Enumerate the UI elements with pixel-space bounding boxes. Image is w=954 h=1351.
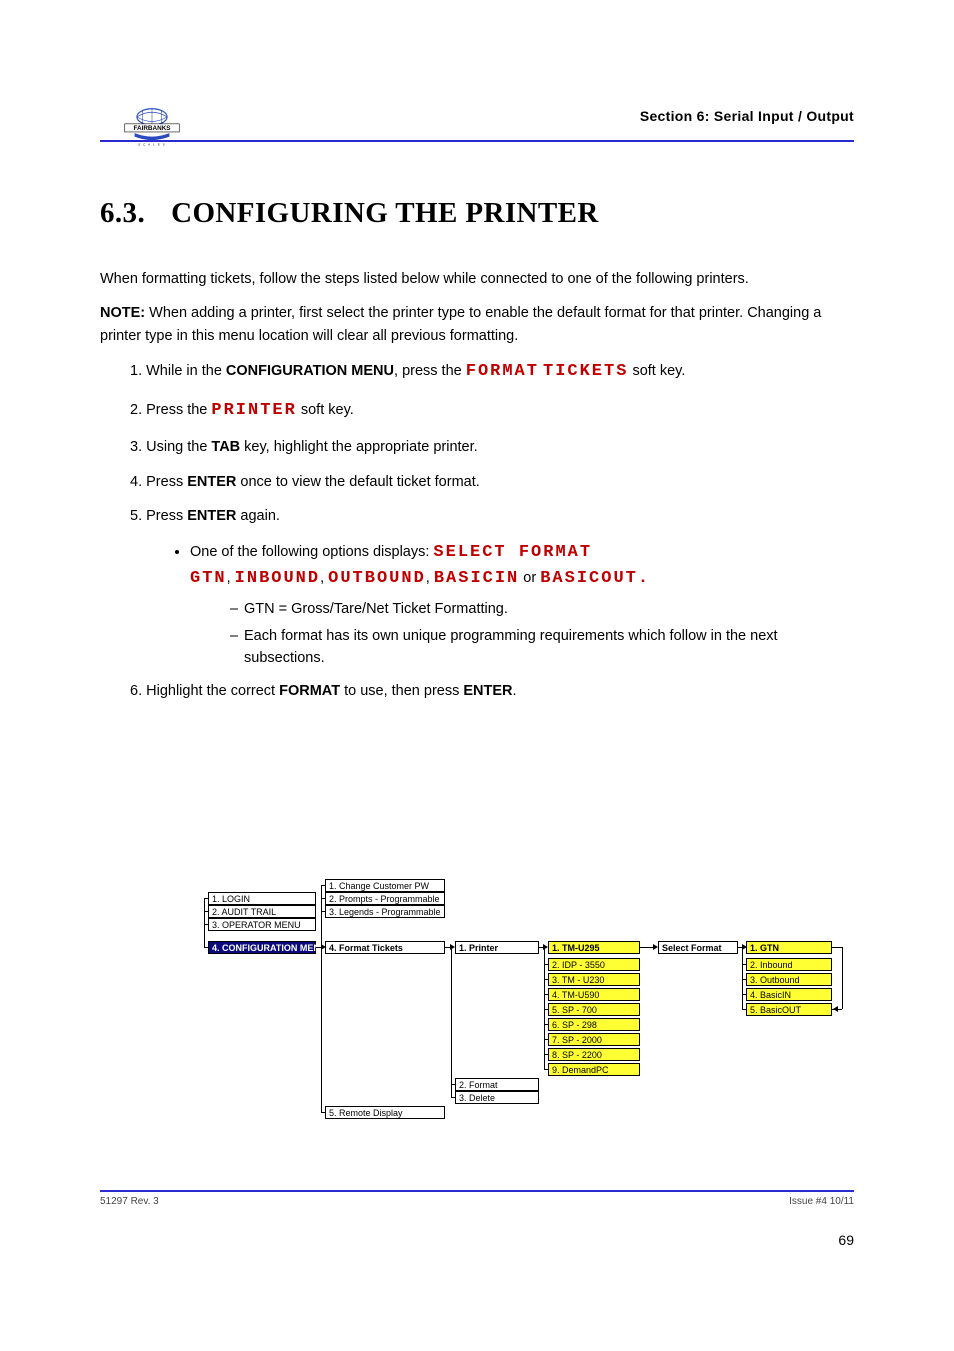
footer-rule bbox=[100, 1190, 854, 1192]
disp-inbound: INBOUND bbox=[235, 569, 320, 588]
diagram-box: 2. Inbound bbox=[746, 958, 832, 971]
note-label: NOTE: bbox=[100, 305, 145, 321]
diagram-box: 3. Outbound bbox=[746, 973, 832, 986]
gtn-note-2: Each format has its own unique programmi… bbox=[230, 625, 854, 670]
diagram-box: 5. Remote Display bbox=[325, 1106, 445, 1119]
section-label: Section 6: Serial Input / Output bbox=[640, 108, 854, 130]
diagram-box: 2. IDP - 3550 bbox=[548, 958, 640, 971]
diagram-box-format-tickets: 4. Format Tickets bbox=[325, 941, 445, 954]
t: , press the bbox=[394, 363, 466, 379]
footer-left: 51297 Rev. 3 bbox=[100, 1196, 159, 1207]
step-1: 1. While in the CONFIGURATION MENU, pres… bbox=[100, 359, 854, 385]
t: Press the bbox=[146, 402, 211, 418]
step-4: 4. Press ENTER once to view the default … bbox=[100, 471, 854, 493]
diagram-box: 1. LOGIN bbox=[208, 892, 316, 905]
step-num: 4. bbox=[130, 474, 142, 490]
t: key, highlight the appropriate printer. bbox=[240, 439, 478, 455]
t: While in the bbox=[146, 363, 226, 379]
step-6: 6. Highlight the correct FORMAT to use, … bbox=[100, 680, 854, 702]
diagram-box-select-format: Select Format bbox=[658, 941, 738, 954]
t: or bbox=[523, 570, 536, 586]
t: , bbox=[320, 570, 324, 586]
diagram-box: 6. SP - 298 bbox=[548, 1018, 640, 1031]
t: , bbox=[227, 570, 231, 586]
t: TAB bbox=[211, 439, 240, 455]
t: to use, then press bbox=[340, 683, 463, 699]
diagram-box: 1. Change Customer PW bbox=[325, 879, 445, 892]
step-3: 3. Using the TAB key, highlight the appr… bbox=[100, 436, 854, 458]
diagram-box: 2. AUDIT TRAIL bbox=[208, 905, 316, 918]
t: again. bbox=[236, 508, 280, 524]
t: soft key. bbox=[628, 363, 685, 379]
step-5: 5. Press ENTER again. bbox=[100, 505, 854, 527]
menu-flow-diagram: 1. LOGIN 2. AUDIT TRAIL 3. OPERATOR MENU… bbox=[100, 870, 854, 1130]
step-num: 1. bbox=[130, 363, 142, 379]
diagram-box: 3. Delete bbox=[455, 1091, 539, 1104]
svg-text:FAIRBANKS: FAIRBANKS bbox=[133, 125, 170, 132]
disp-basicout: BASICOUT. bbox=[540, 569, 650, 588]
diagram-box: 9. DemandPC bbox=[548, 1063, 640, 1076]
t: once to view the default ticket format. bbox=[236, 474, 479, 490]
title-text: CONFIGURING THE PRINTER bbox=[171, 197, 599, 229]
disp-outbound: OUTBOUND bbox=[328, 569, 426, 588]
t: Highlight the correct bbox=[146, 683, 279, 699]
diagram-box: 2. Prompts - Programmable bbox=[325, 892, 445, 905]
diagram-box: 5. SP - 700 bbox=[548, 1003, 640, 1016]
diagram-box: 4. BasicIN bbox=[746, 988, 832, 1001]
fairbanks-logo: FAIRBANKS S C A L E S bbox=[123, 104, 181, 151]
note-body: When adding a printer, first select the … bbox=[100, 305, 821, 343]
t: ENTER bbox=[187, 508, 236, 524]
gtn-note-1: GTN = Gross/Tare/Net Ticket Formatting. bbox=[230, 598, 854, 620]
t: Press bbox=[146, 508, 187, 524]
note-text: NOTE: When adding a printer, first selec… bbox=[100, 302, 854, 347]
t: . bbox=[513, 683, 517, 699]
diagram-box: 5. BasicOUT bbox=[746, 1003, 832, 1016]
step-num: 2. bbox=[130, 402, 142, 418]
step-num: 3. bbox=[130, 439, 142, 455]
page-number: 69 bbox=[838, 1232, 854, 1248]
step-2: 2. Press the PRINTER soft key. bbox=[100, 398, 854, 424]
t: Press bbox=[146, 474, 187, 490]
title-number: 6.3. bbox=[100, 197, 145, 229]
diagram-box: 8. SP - 2200 bbox=[548, 1048, 640, 1061]
disp-format: FORMAT bbox=[466, 362, 539, 381]
step-num: 5. bbox=[130, 508, 142, 524]
footer-right: Issue #4 10/11 bbox=[789, 1196, 854, 1207]
t: Using the bbox=[146, 439, 211, 455]
diagram-box: 7. SP - 2000 bbox=[548, 1033, 640, 1046]
t: ENTER bbox=[463, 683, 512, 699]
disp-select-format: SELECT FORMAT bbox=[433, 543, 592, 562]
diagram-box: 3. OPERATOR MENU bbox=[208, 918, 316, 931]
diagram-box: 4. TM-U590 bbox=[548, 988, 640, 1001]
footer: 51297 Rev. 3 Issue #4 10/11 69 bbox=[100, 1196, 854, 1207]
step-num: 6. bbox=[130, 683, 142, 699]
diagram-box-tmu295: 1. TM-U295 bbox=[548, 941, 640, 954]
diagram-box: 3. TM - U230 bbox=[548, 973, 640, 986]
intro-text: When formatting tickets, follow the step… bbox=[100, 268, 854, 290]
diagram-box-config: 4. CONFIGURATION MENU bbox=[208, 941, 316, 954]
diagram-box-printer: 1. Printer bbox=[455, 941, 539, 954]
t: , bbox=[426, 570, 430, 586]
disp-printer: PRINTER bbox=[211, 401, 296, 420]
step-5-bullet: One of the following options displays: S… bbox=[190, 540, 854, 593]
t: ENTER bbox=[187, 474, 236, 490]
diagram-box-gtn: 1. GTN bbox=[746, 941, 832, 954]
t: One of the following options displays: bbox=[190, 544, 433, 560]
diagram-box: 3. Legends - Programmable bbox=[325, 905, 445, 918]
disp-basicin: BASICIN bbox=[434, 569, 519, 588]
diagram-box: 2. Format bbox=[455, 1078, 539, 1091]
t: soft key. bbox=[297, 402, 354, 418]
t: FORMAT bbox=[279, 683, 340, 699]
t: CONFIGURATION MENU bbox=[226, 363, 394, 379]
disp-gtn: GTN bbox=[190, 569, 227, 588]
disp-tickets: TICKETS bbox=[543, 362, 628, 381]
svg-text:S C A L E S: S C A L E S bbox=[138, 142, 166, 146]
page-title: 6.3. CONFIGURING THE PRINTER bbox=[100, 197, 854, 230]
